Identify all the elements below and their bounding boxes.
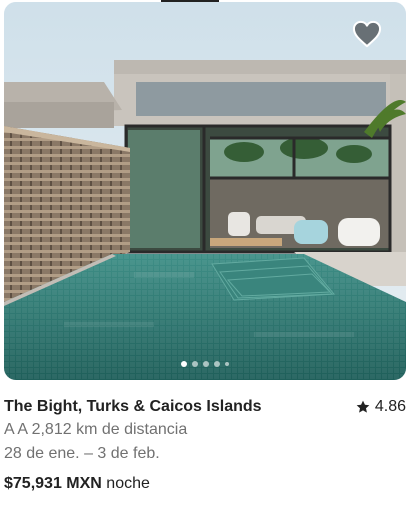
rating-value: 4.86 [374, 398, 406, 415]
listing-rating: 4.86 [355, 398, 406, 416]
favorite-button[interactable] [352, 20, 382, 48]
listing-info: The Bight, Turks & Caicos Islands 4.86 A… [4, 396, 406, 496]
star-icon [356, 400, 370, 413]
carousel-dot[interactable] [192, 361, 198, 367]
listing-card[interactable]: The Bight, Turks & Caicos Islands 4.86 A… [0, 0, 412, 512]
listing-price: $75,931 MXN noche [4, 472, 406, 496]
price-amount: $75,931 MXN [4, 475, 102, 492]
carousel-dot[interactable] [214, 361, 220, 367]
listing-title[interactable]: The Bight, Turks & Caicos Islands [4, 398, 262, 416]
carousel-dots [4, 361, 406, 367]
listing-dates: 28 de ene. – 3 de feb. [4, 445, 160, 462]
carousel-dot[interactable] [225, 362, 229, 366]
price-unit: noche [106, 475, 150, 492]
heart-icon [352, 20, 382, 48]
listing-distance: A A 2,812 km de distancia [4, 421, 188, 438]
listing-photo[interactable] [4, 2, 406, 380]
carousel-dot[interactable] [203, 361, 209, 367]
carousel-dot[interactable] [181, 361, 187, 367]
villa-pool-image [4, 2, 406, 380]
